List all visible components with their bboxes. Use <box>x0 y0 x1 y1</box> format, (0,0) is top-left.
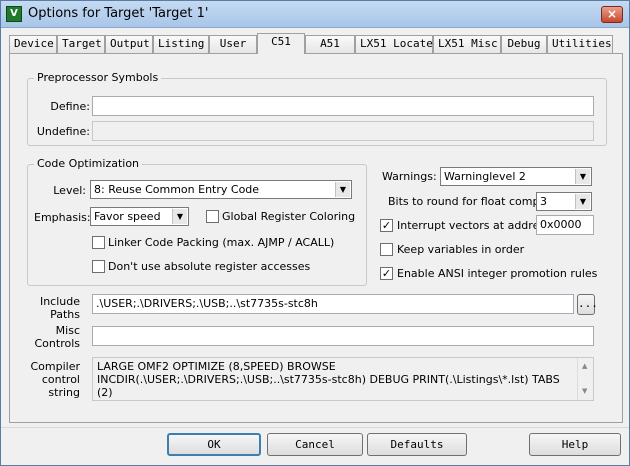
chevron-down-icon: ▼ <box>335 182 350 197</box>
tab-strip: Device Target Output Listing User C51 A5… <box>9 33 623 54</box>
scrollbar[interactable]: ▲ ▼ <box>577 358 593 400</box>
interrupt-vectors-checkbox[interactable]: ✓ <box>380 219 393 232</box>
tab-debug[interactable]: Debug <box>501 35 547 53</box>
warnings-value: Warninglevel 2 <box>444 170 526 183</box>
misc-controls-input[interactable] <box>92 326 594 346</box>
options-dialog: V Options for Target 'Target 1' × Device… <box>0 0 630 466</box>
define-label: Define: <box>50 100 90 113</box>
compiler-control-text: LARGE OMF2 OPTIMIZE (8,SPEED) BROWSE INC… <box>97 360 560 399</box>
define-input[interactable] <box>92 96 594 116</box>
emphasis-select[interactable]: Favor speed ▼ <box>90 207 189 226</box>
tab-a51[interactable]: A51 <box>305 35 355 53</box>
scroll-down-icon: ▼ <box>582 387 588 395</box>
global-register-coloring-checkbox[interactable] <box>206 210 219 223</box>
warnings-select[interactable]: Warninglevel 2 ▼ <box>440 167 592 186</box>
global-register-coloring-label: Global Register Coloring <box>222 210 356 223</box>
level-value: 8: Reuse Common Entry Code <box>94 183 260 196</box>
uvision-icon: V <box>6 6 22 22</box>
level-label: Level: <box>53 184 86 197</box>
preprocessor-title: Preprocessor Symbols <box>34 71 162 84</box>
ok-button[interactable]: OK <box>167 433 261 456</box>
compiler-control-string[interactable]: LARGE OMF2 OPTIMIZE (8,SPEED) BROWSE INC… <box>92 357 594 401</box>
compiler-control-label: Compiler control string <box>30 360 80 399</box>
tab-lx51-misc[interactable]: LX51 Misc <box>433 35 501 53</box>
interrupt-address-input[interactable]: 0x0000 <box>536 215 594 235</box>
tab-output[interactable]: Output <box>105 35 153 53</box>
cancel-button[interactable]: Cancel <box>267 433 363 456</box>
tab-utilities[interactable]: Utilities <box>547 35 613 53</box>
bits-round-select[interactable]: 3 ▼ <box>536 192 592 211</box>
chevron-down-icon: ▼ <box>575 169 590 184</box>
include-paths-input[interactable]: .\USER;.\DRIVERS;.\USB;..\st7735s-stc8h <box>92 294 574 314</box>
level-select[interactable]: 8: Reuse Common Entry Code ▼ <box>90 180 352 199</box>
misc-controls-label: Misc Controls <box>34 324 81 350</box>
tab-c51[interactable]: C51 <box>257 33 305 54</box>
window-title: Options for Target 'Target 1' <box>28 6 209 21</box>
title-bar[interactable]: V Options for Target 'Target 1' × <box>1 1 629 28</box>
keep-variables-label: Keep variables in order <box>397 243 525 256</box>
tab-device[interactable]: Device <box>9 35 57 53</box>
c51-tab-panel: Preprocessor Symbols Define: Undefine: C… <box>9 53 623 423</box>
defaults-button[interactable]: Defaults <box>367 433 467 456</box>
bits-round-label: Bits to round for float compare: <box>388 195 561 208</box>
scroll-up-icon: ▲ <box>582 362 588 370</box>
tab-lx51-locate[interactable]: LX51 Locate <box>355 35 433 53</box>
browse-include-button[interactable]: ... <box>577 294 598 315</box>
close-button[interactable]: × <box>601 6 623 23</box>
include-paths-label: Include Paths <box>39 295 80 321</box>
code-optimization-title: Code Optimization <box>34 157 143 170</box>
ansi-promotion-label: Enable ANSI integer promotion rules <box>397 267 598 280</box>
ansi-promotion-checkbox[interactable]: ✓ <box>380 267 393 280</box>
undefine-input[interactable] <box>92 121 594 141</box>
tab-target[interactable]: Target <box>57 35 105 53</box>
emphasis-label: Emphasis: <box>34 211 91 224</box>
tab-user[interactable]: User <box>209 35 257 53</box>
undefine-label: Undefine: <box>36 125 90 138</box>
emphasis-value: Favor speed <box>94 210 161 223</box>
no-absolute-register-label: Don't use absolute register accesses <box>108 260 311 273</box>
chevron-down-icon: ▼ <box>172 209 187 224</box>
keep-variables-checkbox[interactable] <box>380 243 393 256</box>
no-absolute-register-checkbox[interactable] <box>92 260 105 273</box>
linker-code-packing-label: Linker Code Packing (max. AJMP / ACALL) <box>108 236 335 249</box>
help-button[interactable]: Help <box>529 433 621 456</box>
linker-code-packing-checkbox[interactable] <box>92 236 105 249</box>
chevron-down-icon: ▼ <box>575 194 590 209</box>
bits-round-value: 3 <box>540 195 547 208</box>
divider <box>1 427 629 428</box>
warnings-label: Warnings: <box>382 170 437 183</box>
tab-listing[interactable]: Listing <box>153 35 209 53</box>
interrupt-vectors-label: Interrupt vectors at address: <box>397 219 555 232</box>
